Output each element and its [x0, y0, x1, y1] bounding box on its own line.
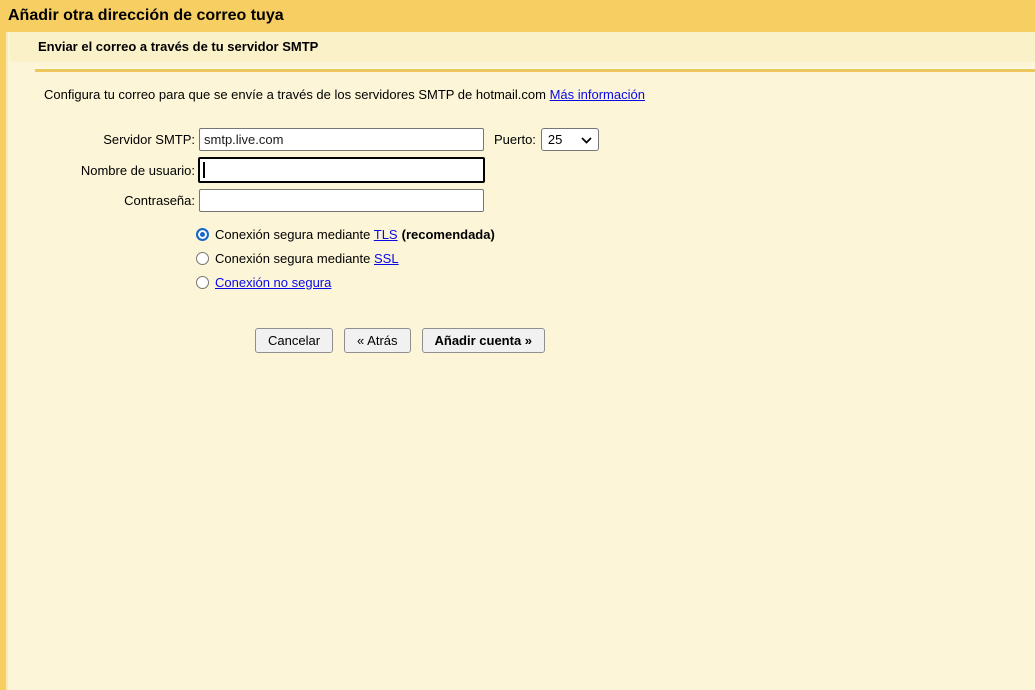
chevron-down-icon — [581, 132, 592, 147]
unsecured-link[interactable]: Conexión no segura — [215, 275, 331, 290]
dialog-titlebar: Añadir otra dirección de correo tuya — [0, 0, 1035, 32]
port-label: Puerto: — [494, 132, 536, 147]
add-account-button[interactable]: Añadir cuenta » — [421, 328, 546, 353]
cancel-button[interactable]: Cancelar — [255, 328, 334, 353]
smtp-server-row: Servidor SMTP: Puerto: 25 — [44, 128, 1035, 151]
intro-text: Configura tu correo para que se envíe a … — [44, 87, 1035, 102]
password-row: Contraseña: — [44, 189, 1035, 212]
tls-link[interactable]: TLS — [374, 227, 398, 242]
smtp-form: Servidor SMTP: Puerto: 25 Nombre de usua… — [44, 128, 1035, 353]
tls-radio[interactable] — [196, 227, 209, 241]
button-row: Cancelar « Atrás Añadir cuenta » — [255, 328, 1035, 353]
connection-options: Conexión segura mediante TLS (recomendada… — [196, 222, 1035, 294]
password-input[interactable] — [199, 189, 484, 212]
ssl-radio[interactable] — [196, 251, 209, 265]
step-header-label: Enviar el correo a través de tu servidor… — [38, 39, 319, 54]
port-select-value: 25 — [547, 132, 563, 147]
radio-row-ssl: Conexión segura mediante SSL — [196, 246, 1035, 270]
intro-text-body: Configura tu correo para que se envíe a … — [44, 87, 546, 102]
more-info-link[interactable]: Más información — [550, 87, 645, 102]
step-header: Enviar el correo a través de tu servidor… — [10, 32, 1035, 62]
username-input-wrapper — [198, 157, 485, 183]
dialog-title: Añadir otra dirección de correo tuya — [8, 7, 284, 24]
smtp-server-input[interactable] — [199, 128, 484, 151]
radio-row-tls: Conexión segura mediante TLS (recomendada… — [196, 222, 1035, 246]
back-button[interactable]: « Atrás — [344, 328, 411, 353]
ssl-radio-label: Conexión segura mediante SSL — [215, 250, 399, 266]
port-select[interactable]: 25 — [540, 128, 599, 151]
left-gold-strip — [0, 0, 8, 690]
username-input[interactable] — [198, 157, 485, 183]
text-caret — [203, 162, 205, 178]
unsecured-radio[interactable] — [196, 275, 209, 289]
gold-divider — [35, 68, 1035, 72]
username-row: Nombre de usuario: — [44, 157, 1035, 183]
ssl-link[interactable]: SSL — [374, 251, 399, 266]
username-label: Nombre de usuario: — [80, 162, 195, 178]
radio-row-unsecured: Conexión no segura — [196, 270, 1035, 294]
unsecured-radio-label: Conexión no segura — [215, 275, 331, 290]
dialog-content: Enviar el correo a través de tu servidor… — [10, 32, 1035, 353]
password-label: Contraseña: — [124, 193, 195, 208]
smtp-server-label: Servidor SMTP: — [103, 132, 195, 147]
tls-radio-label: Conexión segura mediante TLS (recomendada… — [215, 226, 495, 242]
